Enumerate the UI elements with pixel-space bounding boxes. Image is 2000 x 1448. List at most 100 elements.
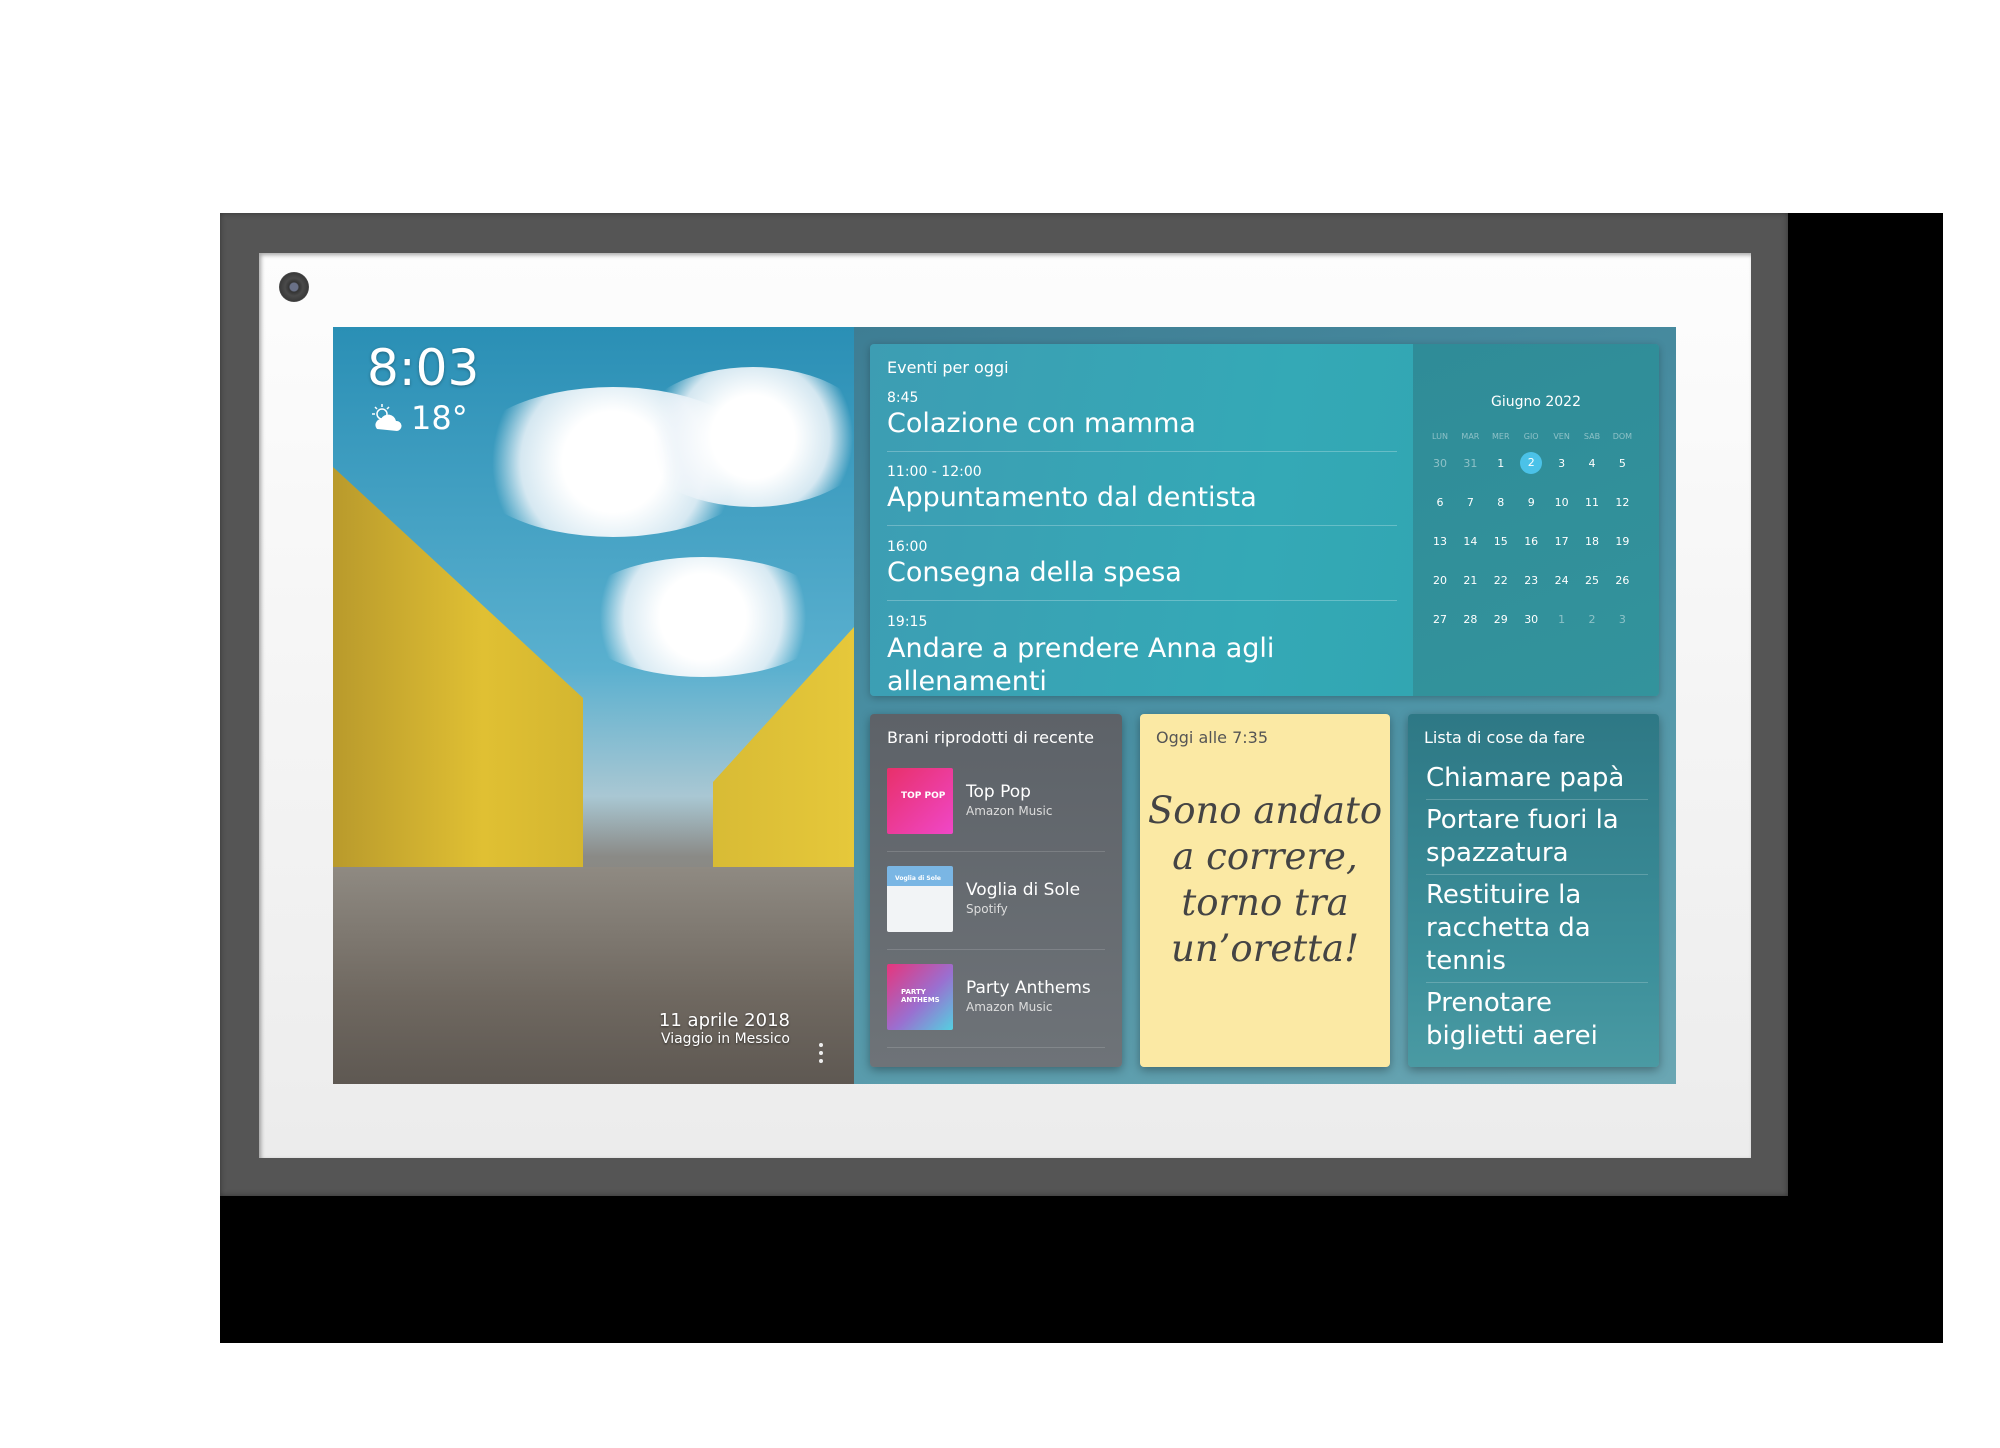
calendar-day[interactable]: 25 <box>1577 574 1607 587</box>
weekday-label: SAB <box>1583 432 1601 441</box>
photo-background[interactable]: 8:03 18° 11 aprile 2018 Viaggio in Messi… <box>333 327 854 1084</box>
calendar-day[interactable]: 10 <box>1547 496 1577 509</box>
day-number: 5 <box>1618 457 1626 470</box>
more-options-icon[interactable] <box>817 1043 825 1063</box>
todo-widget[interactable]: Lista di cose da fare Chiamare papà Port… <box>1408 714 1659 1067</box>
day-number: 21 <box>1463 574 1478 587</box>
calendar-day[interactable]: 19 <box>1607 535 1637 548</box>
calendar-day[interactable]: 8 <box>1486 496 1516 509</box>
todo-item[interactable]: Restituire la racchetta da tennis <box>1426 875 1648 983</box>
day-number: 22 <box>1493 574 1508 587</box>
track-source: Amazon Music <box>966 804 1053 818</box>
day-number: 26 <box>1615 574 1630 587</box>
todo-list: Chiamare papà Portare fuori la spazzatur… <box>1426 758 1648 1057</box>
day-number: 24 <box>1554 574 1569 587</box>
day-number: 4 <box>1588 457 1596 470</box>
track-item[interactable]: PARTY ANTHEMS Party Anthems Amazon Music <box>887 950 1105 1048</box>
todo-item[interactable]: Portare fuori la spazzatura <box>1426 800 1648 875</box>
event-item[interactable]: 19:15 Andare a prendere Anna agli allenam… <box>887 602 1397 696</box>
calendar-day[interactable]: 3 <box>1607 613 1637 626</box>
weekday-label: VEN <box>1553 432 1570 441</box>
calendar-day[interactable]: 17 <box>1547 535 1577 548</box>
day-number: 19 <box>1615 535 1630 548</box>
widgets-panel: Eventi per oggi 8:45 Colazione con mamma … <box>854 327 1676 1084</box>
track-item[interactable]: Voglia di Sole Voglia di Sole Spotify <box>887 852 1105 950</box>
calendar-day[interactable]: 6 <box>1425 496 1455 509</box>
event-item[interactable]: 16:00 Consegna della spesa <box>887 527 1397 601</box>
calendar-day[interactable]: 13 <box>1425 535 1455 548</box>
event-item[interactable]: 11:00 - 12:00 Appuntamento dal dentista <box>887 452 1397 526</box>
album-art: PARTY ANTHEMS <box>887 964 953 1030</box>
track-source: Amazon Music <box>966 1000 1053 1014</box>
day-number: 6 <box>1436 496 1444 509</box>
music-title: Brani riprodotti di recente <box>887 728 1094 747</box>
photo-date: 11 aprile 2018 <box>658 1010 790 1031</box>
day-number: 12 <box>1615 496 1630 509</box>
recent-music-widget[interactable]: Brani riprodotti di recente TOP POP Top … <box>870 714 1122 1067</box>
events-list: Eventi per oggi 8:45 Colazione con mamma … <box>870 344 1413 696</box>
photo-caption: Viaggio in Messico <box>660 1031 790 1047</box>
calendar-day[interactable]: 16 <box>1516 535 1546 548</box>
weather: 18° <box>369 399 468 437</box>
day-number: 15 <box>1493 535 1508 548</box>
calendar-day[interactable]: 3 <box>1547 457 1577 470</box>
day-number: 17 <box>1554 535 1569 548</box>
screen: 8:03 18° 11 aprile 2018 Viaggio in Messi… <box>333 327 1676 1084</box>
todo-title: Lista di cose da fare <box>1424 728 1585 747</box>
calendar-day[interactable]: 15 <box>1486 535 1516 548</box>
calendar-day[interactable]: 1 <box>1547 613 1577 626</box>
calendar-day[interactable]: 5 <box>1607 457 1637 470</box>
album-art-text: TOP POP <box>901 791 946 801</box>
calendar-day[interactable]: 2 <box>1577 613 1607 626</box>
day-number: 13 <box>1433 535 1447 548</box>
weekday-label: LUN <box>1432 432 1448 441</box>
calendar-day[interactable]: 1 <box>1486 457 1516 470</box>
calendar-day[interactable]: 18 <box>1577 535 1607 548</box>
calendar-day[interactable]: 28 <box>1455 613 1485 626</box>
day-number: 18 <box>1585 535 1599 548</box>
calendar-day[interactable]: 29 <box>1486 613 1516 626</box>
track-name: Voglia di Sole <box>966 880 1081 900</box>
calendar-day[interactable]: 26 <box>1607 574 1637 587</box>
device-shadow-bottom <box>220 1196 1943 1343</box>
calendar-day[interactable]: 24 <box>1547 574 1577 587</box>
events-widget[interactable]: Eventi per oggi 8:45 Colazione con mamma … <box>870 344 1659 696</box>
calendar-day[interactable]: 12 <box>1607 496 1637 509</box>
calendar-day[interactable]: 21 <box>1455 574 1485 587</box>
day-number: 23 <box>1524 574 1539 587</box>
calendar-day[interactable]: 27 <box>1425 613 1455 626</box>
todo-item[interactable]: Prenotare biglietti aerei <box>1426 983 1648 1057</box>
calendar-month: Giugno 2022 <box>1490 394 1581 410</box>
track-name: Party Anthems <box>966 978 1091 998</box>
event-item[interactable]: 8:45 Colazione con mamma <box>887 378 1397 452</box>
track-item[interactable]: TOP POP Top Pop Amazon Music <box>887 754 1105 852</box>
day-number: 30 <box>1524 613 1539 626</box>
calendar-day[interactable]: 4 <box>1577 457 1607 470</box>
sticky-note-widget[interactable]: Oggi alle 7:35 Sono andato a correre, to… <box>1140 714 1390 1067</box>
calendar-day[interactable]: 14 <box>1455 535 1485 548</box>
calendar-day[interactable]: 31 <box>1455 457 1485 470</box>
calendar-day[interactable]: 7 <box>1455 496 1485 509</box>
calendar-day[interactable]: 20 <box>1425 574 1455 587</box>
day-number: 28 <box>1463 613 1478 626</box>
calendar-day[interactable]: 9 <box>1516 496 1546 509</box>
calendar-day[interactable]: 11 <box>1577 496 1607 509</box>
event-name: Andare a prendere Anna agli allenamenti <box>887 633 1275 696</box>
calendar-day[interactable]: 30 <box>1425 457 1455 470</box>
day-number: 29 <box>1493 613 1508 626</box>
day-number: 7 <box>1466 496 1474 509</box>
day-number: 3 <box>1618 613 1626 626</box>
calendar[interactable]: Giugno 2022 LUN MAR MER GIO VEN SAB DOM 30 31 1 2 3… <box>1413 344 1659 696</box>
weekday-label: DOM <box>1612 432 1633 441</box>
track-name: Top Pop <box>966 782 1031 802</box>
event-name: Colazione con mamma <box>887 408 1196 439</box>
partly-sunny-icon <box>372 404 402 431</box>
event-time: 8:45 <box>887 390 919 406</box>
calendar-day-today[interactable]: 2 <box>1516 452 1546 474</box>
calendar-day[interactable]: 23 <box>1516 574 1546 587</box>
todo-item[interactable]: Chiamare papà <box>1426 758 1648 800</box>
calendar-day[interactable]: 30 <box>1516 613 1546 626</box>
day-number: 8 <box>1497 496 1505 509</box>
calendar-day[interactable]: 22 <box>1486 574 1516 587</box>
event-name: Consegna della spesa <box>887 557 1182 588</box>
